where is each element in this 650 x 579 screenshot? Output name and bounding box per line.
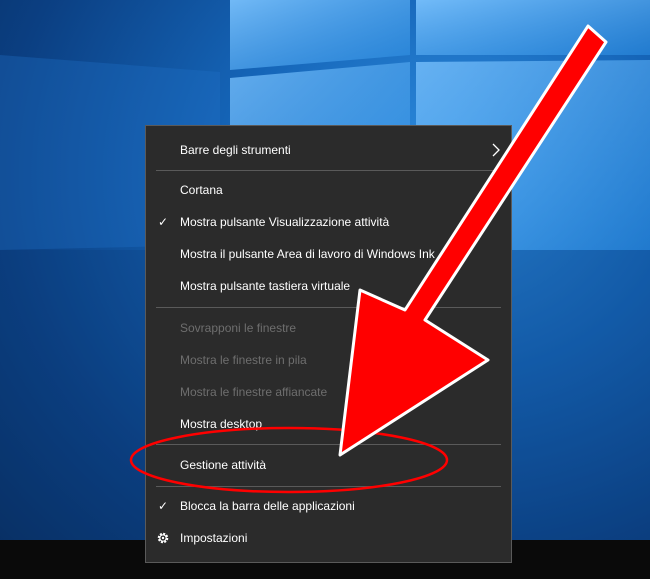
menu-item-cortana[interactable]: Cortana — [146, 174, 511, 206]
menu-item-label: Mostra le finestre in pila — [180, 353, 307, 367]
checkmark-icon: ✓ — [157, 499, 169, 513]
menu-item-label: Sovrapponi le finestre — [180, 321, 297, 335]
chevron-right-icon — [492, 143, 500, 157]
menu-item-label: Barre degli strumenti — [180, 143, 291, 157]
menu-item-cascade-windows: Sovrapponi le finestre — [146, 312, 511, 344]
menu-item-label: Mostra il pulsante Area di lavoro di Win… — [180, 247, 435, 261]
menu-item-windows-ink-button[interactable]: Mostra il pulsante Area di lavoro di Win… — [146, 238, 511, 270]
menu-separator — [156, 444, 501, 445]
menu-separator — [156, 307, 501, 308]
taskbar-context-menu: Barre degli strumenti Cortana ✓ Mostra p… — [145, 125, 512, 563]
menu-item-toolbars[interactable]: Barre degli strumenti — [146, 134, 511, 166]
menu-item-label: Mostra pulsante Visualizzazione attività — [180, 215, 390, 229]
menu-item-label: Mostra pulsante tastiera virtuale — [180, 279, 351, 293]
menu-item-side-by-side-windows: Mostra le finestre affiancate — [146, 376, 511, 408]
menu-separator — [156, 170, 501, 171]
menu-item-label: Mostra desktop — [180, 417, 263, 431]
menu-item-label: Mostra le finestre affiancate — [180, 385, 328, 399]
menu-item-label: Blocca la barra delle applicazioni — [180, 499, 355, 513]
menu-item-label: Cortana — [180, 183, 223, 197]
menu-item-settings[interactable]: Impostazioni — [146, 522, 511, 554]
menu-item-task-manager[interactable]: Gestione attività — [146, 449, 511, 481]
menu-item-label: Gestione attività — [180, 458, 267, 472]
menu-item-touch-keyboard-button[interactable]: Mostra pulsante tastiera virtuale — [146, 270, 511, 302]
menu-item-task-view-button[interactable]: ✓ Mostra pulsante Visualizzazione attivi… — [146, 206, 511, 238]
menu-separator — [156, 486, 501, 487]
gear-icon — [157, 532, 169, 544]
menu-item-lock-taskbar[interactable]: ✓ Blocca la barra delle applicazioni — [146, 490, 511, 522]
checkmark-icon: ✓ — [157, 215, 169, 229]
menu-item-show-desktop[interactable]: Mostra desktop — [146, 408, 511, 440]
menu-item-label: Impostazioni — [180, 531, 248, 545]
menu-item-stack-windows: Mostra le finestre in pila — [146, 344, 511, 376]
